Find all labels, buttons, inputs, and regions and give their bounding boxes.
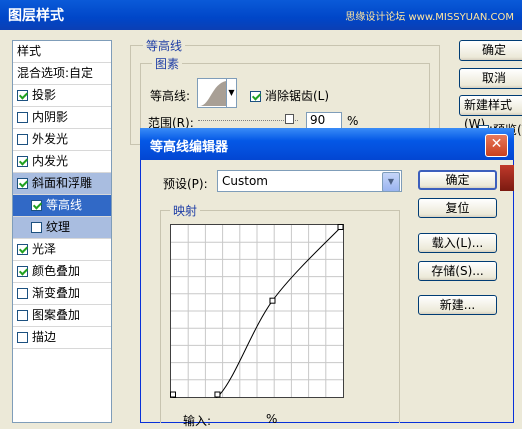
antialias-checkbox[interactable]: 消除锯齿(L) <box>250 87 329 104</box>
style-item-checkbox[interactable] <box>17 288 28 299</box>
style-item-checkbox[interactable] <box>17 156 28 167</box>
range-slider-handle[interactable] <box>285 114 294 124</box>
style-item-checkbox[interactable] <box>31 222 42 233</box>
preset-label: 预设(P): <box>163 177 208 191</box>
style-item[interactable]: 等高线 <box>13 195 111 217</box>
style-item[interactable]: 内阴影 <box>13 107 111 129</box>
style-item-label: 图案叠加 <box>32 308 81 322</box>
styles-list: 样式 混合选项:自定 投影内阴影外发光内发光斜面和浮雕等高线纹理光泽颜色叠加渐变… <box>12 40 112 423</box>
preset-value: Custom <box>222 174 268 188</box>
chevron-down-icon[interactable]: ▼ <box>382 172 400 192</box>
style-item-label: 光泽 <box>32 242 57 256</box>
close-icon[interactable]: ✕ <box>485 134 508 157</box>
editor-reset-button[interactable]: 复位 <box>418 198 497 218</box>
range-slider-track[interactable] <box>198 120 298 122</box>
styles-header[interactable]: 样式 <box>13 41 111 63</box>
curve-point[interactable] <box>214 391 221 398</box>
range-input[interactable]: 90 <box>306 112 342 129</box>
style-item[interactable]: 描边 <box>13 327 111 349</box>
blend-options-item[interactable]: 混合选项:自定 <box>13 63 111 85</box>
chevron-down-icon[interactable]: ▼ <box>226 79 236 107</box>
editor-new-button[interactable]: 新建... <box>418 295 497 315</box>
style-item-label: 内阴影 <box>32 110 69 124</box>
editor-save-button[interactable]: 存储(S)... <box>418 261 497 281</box>
style-item[interactable]: 外发光 <box>13 129 111 151</box>
input-label: 输入: <box>183 414 212 428</box>
style-item-label: 纹理 <box>46 220 71 234</box>
main-cancel-button[interactable]: 取消 <box>459 68 522 89</box>
style-item-checkbox[interactable] <box>17 90 28 101</box>
preset-select[interactable]: Custom ▼ <box>217 170 402 192</box>
style-item-label: 等高线 <box>46 198 83 212</box>
style-item-checkbox[interactable] <box>17 178 28 189</box>
style-item[interactable]: 光泽 <box>13 239 111 261</box>
style-item-checkbox[interactable] <box>17 310 28 321</box>
new-style-button[interactable]: 新建样式(W)... <box>459 95 522 131</box>
contour-graph[interactable] <box>170 224 344 398</box>
style-item[interactable]: 颜色叠加 <box>13 261 111 283</box>
style-item-label: 外发光 <box>32 132 69 146</box>
editor-ok-button[interactable]: 确定 <box>418 170 497 190</box>
main-ok-button[interactable]: 确定 <box>459 40 522 61</box>
input-unit: % <box>266 412 278 426</box>
contour-thumbnail-icon <box>200 81 226 106</box>
antialias-check-icon[interactable] <box>250 91 261 102</box>
style-item-checkbox[interactable] <box>17 134 28 145</box>
style-item-label: 描边 <box>32 330 57 344</box>
style-item-checkbox[interactable] <box>17 112 28 123</box>
curve-point[interactable] <box>337 224 344 230</box>
preview-swatch <box>500 165 514 191</box>
style-item-label: 渐变叠加 <box>32 286 81 300</box>
curve-point[interactable] <box>170 391 176 398</box>
watermark: 思缘设计论坛 www.MISSYUAN.COM <box>345 12 514 23</box>
window-titlebar: 图层样式 思缘设计论坛 www.MISSYUAN.COM <box>0 0 522 30</box>
style-item[interactable]: 纹理 <box>13 217 111 239</box>
curve-point[interactable] <box>269 297 276 304</box>
style-item-label: 投影 <box>32 88 57 102</box>
style-item[interactable]: 内发光 <box>13 151 111 173</box>
style-item-label: 颜色叠加 <box>32 264 81 278</box>
window-title: 图层样式 <box>8 8 64 24</box>
style-item[interactable]: 图案叠加 <box>13 305 111 327</box>
contour-label: 等高线: <box>150 89 191 103</box>
contour-picker[interactable]: ▼ <box>197 78 237 108</box>
style-item-checkbox[interactable] <box>17 244 28 255</box>
style-item[interactable]: 斜面和浮雕 <box>13 173 111 195</box>
style-item-label: 内发光 <box>32 154 69 168</box>
style-item-checkbox[interactable] <box>31 200 42 211</box>
mapping-title: 映射 <box>170 202 201 219</box>
contour-editor-title: 等高线编辑器 <box>150 140 229 155</box>
contour-group-title: 等高线 <box>143 37 186 54</box>
style-item[interactable]: 渐变叠加 <box>13 283 111 305</box>
style-item-label: 斜面和浮雕 <box>32 176 93 190</box>
range-unit: % <box>347 114 359 128</box>
contour-editor-titlebar: 等高线编辑器 ✕ <box>140 128 514 160</box>
elements-group-title: 图素 <box>152 55 183 72</box>
style-item-checkbox[interactable] <box>17 266 28 277</box>
style-item[interactable]: 投影 <box>13 85 111 107</box>
editor-load-button[interactable]: 载入(L)... <box>418 233 497 253</box>
style-item-checkbox[interactable] <box>17 332 28 343</box>
